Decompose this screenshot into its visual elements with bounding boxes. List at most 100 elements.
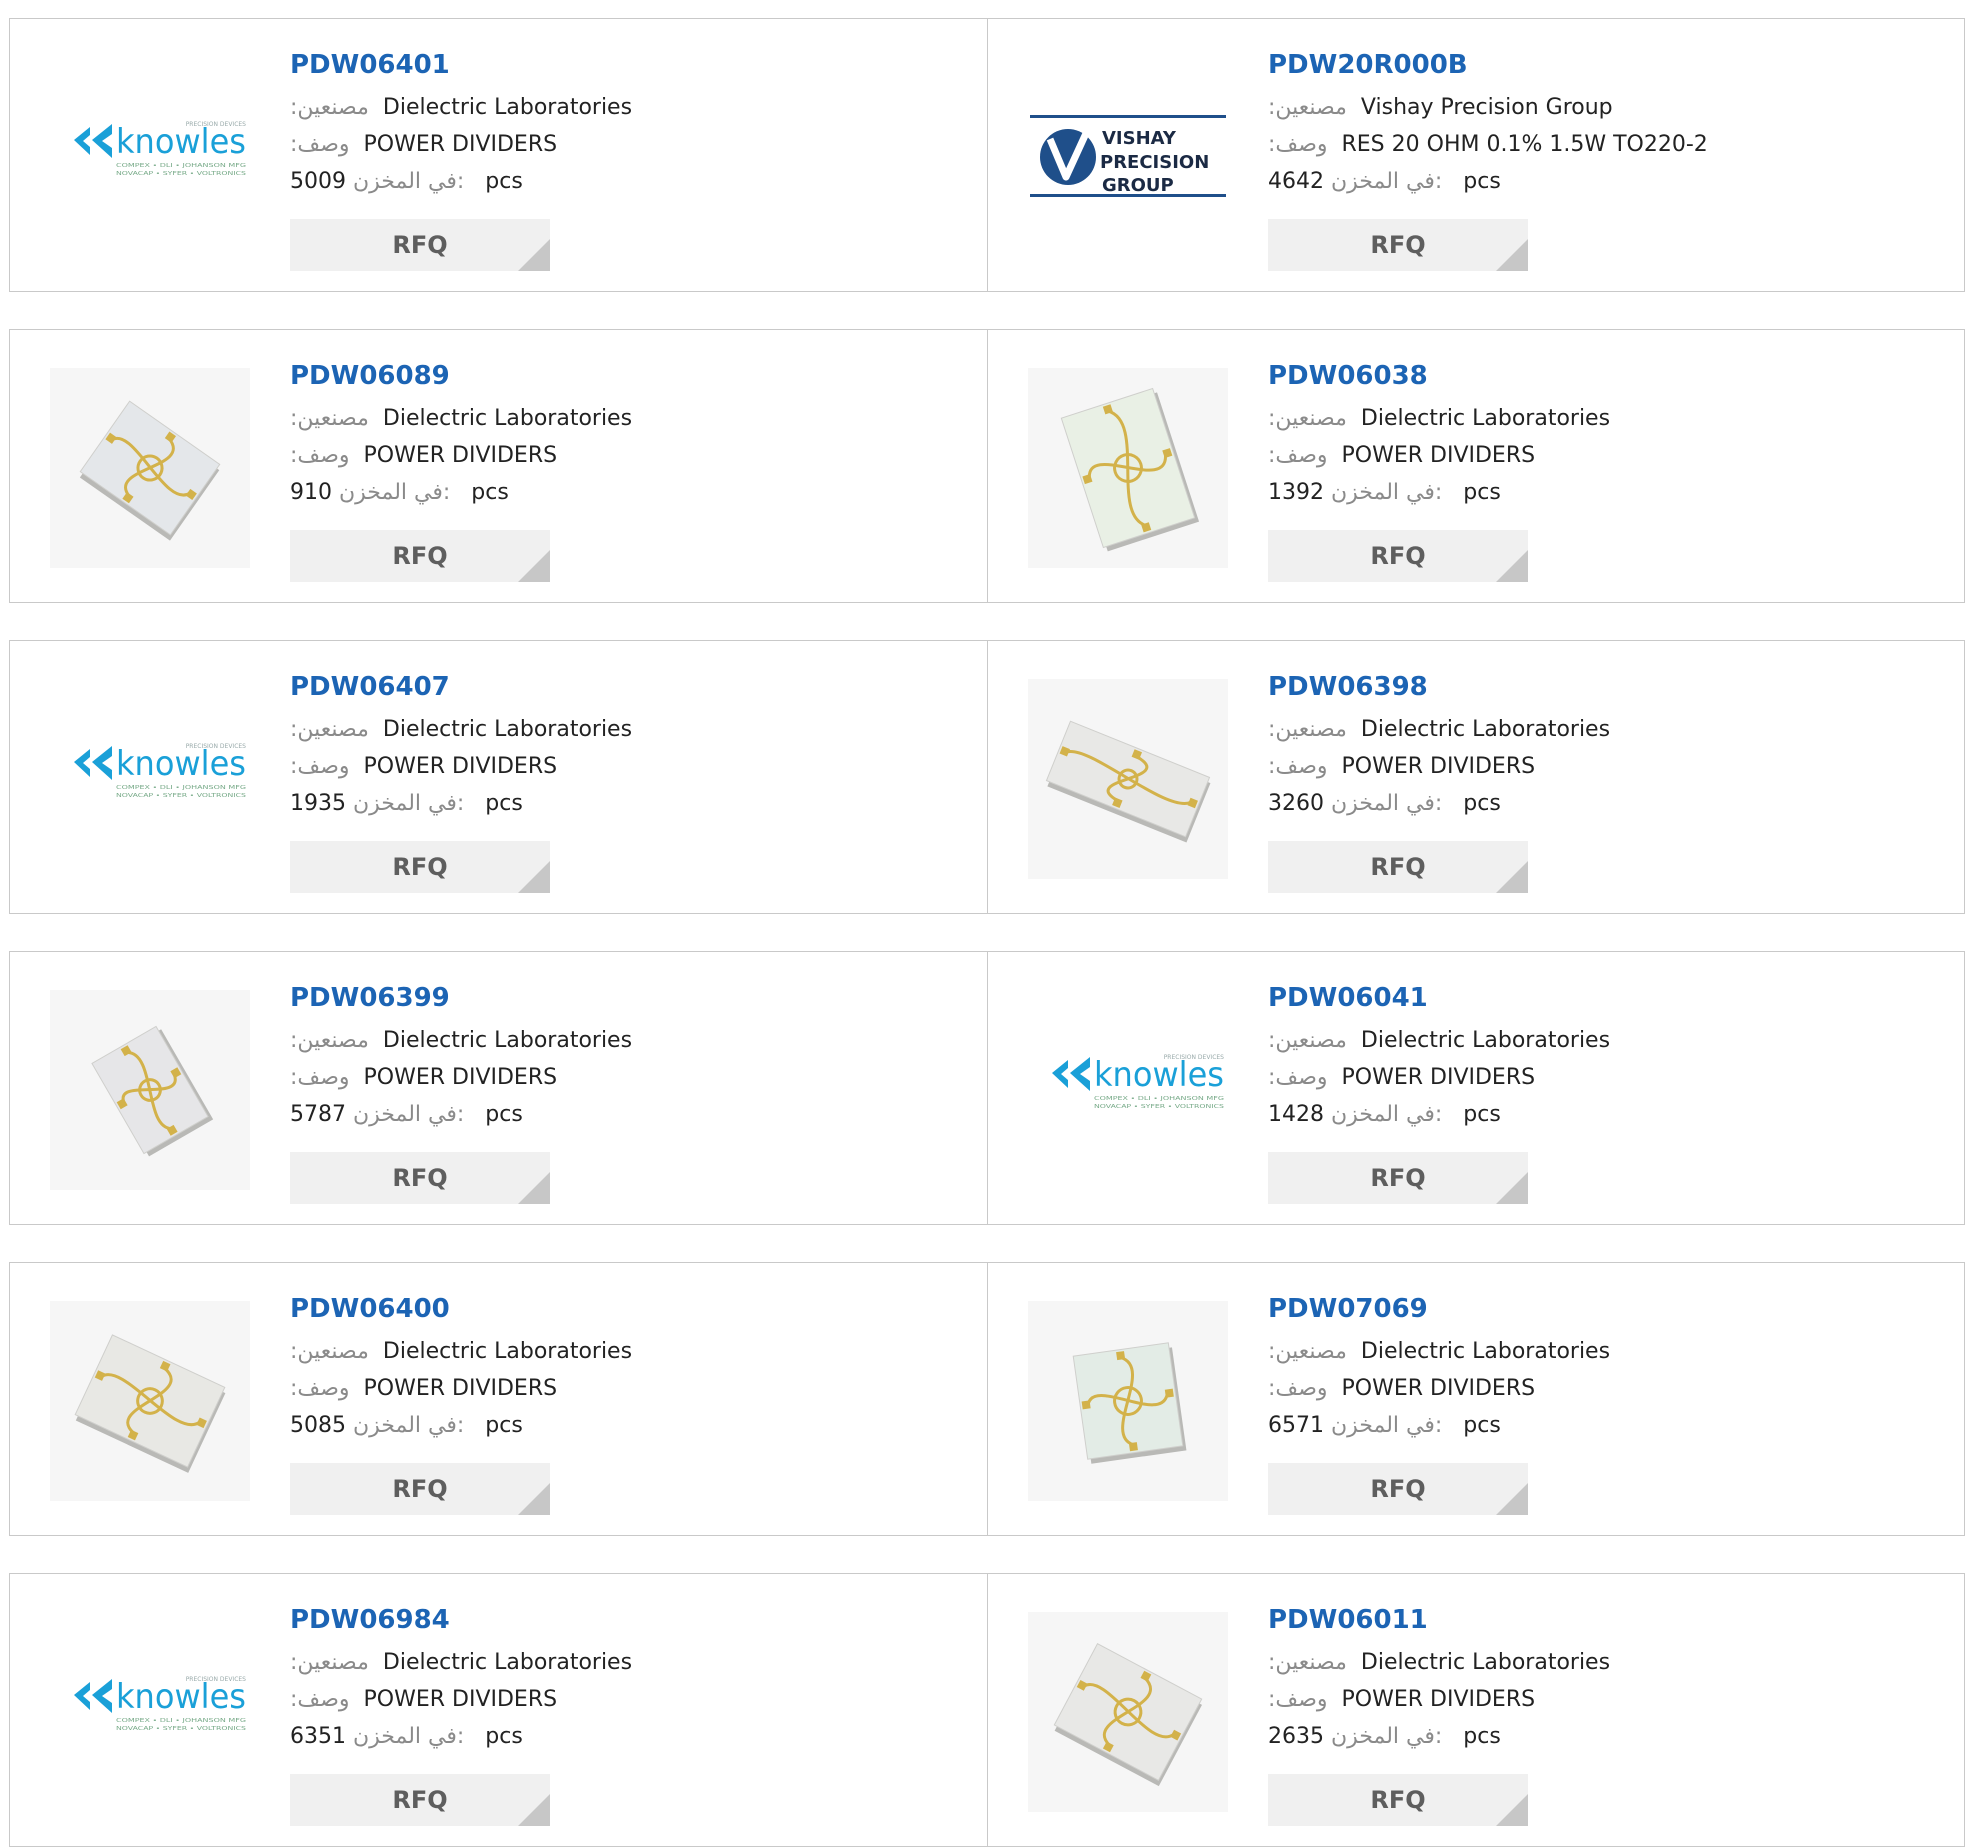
rfq-button[interactable]: RFQ (1268, 1152, 1528, 1204)
stock-value: 1935 (290, 791, 346, 816)
part-number-link[interactable]: PDW06011 (1268, 1604, 1928, 1644)
description-label: وصف: (290, 1065, 350, 1090)
rfq-button-label: RFQ (1370, 231, 1426, 259)
rfq-button[interactable]: RFQ (290, 1152, 550, 1204)
rfq-button[interactable]: RFQ (290, 219, 550, 271)
manufacturer-value: Dielectric Laboratories (1360, 1028, 1611, 1053)
product-image[interactable]: VISHAY PRECISION GROUP (1028, 57, 1228, 257)
part-number-link[interactable]: PDW06400 (290, 1293, 950, 1333)
stock-row: 6351 :في المخزن pcs (290, 1718, 950, 1755)
manufacturer-row: مصنعين: Dielectric Laboratories (290, 711, 950, 748)
description-label: وصف: (290, 1376, 350, 1401)
description-row: وصف: POWER DIVIDERS (290, 1370, 950, 1407)
stock-label: :في المخزن (353, 1102, 465, 1127)
product-image[interactable]: knowles PRECISION DEVICES COMPEX • DLI • J… (50, 679, 250, 879)
manufacturer-label: مصنعين: (290, 95, 369, 120)
stock-row: 5787 :في المخزن pcs (290, 1096, 950, 1133)
product-info: PDW06398 مصنعين: Dielectric Laboratories… (1268, 671, 1928, 822)
knowles-logo-icon: knowlesPRECISION DEVICES COMPEX • DLI • J… (74, 743, 246, 799)
rfq-button-label: RFQ (1370, 542, 1426, 570)
knowles-logo-icon: knowlesPRECISION DEVICES COMPEX • DLI • J… (74, 1676, 246, 1732)
rfq-button[interactable]: RFQ (1268, 841, 1528, 893)
product-image[interactable] (50, 368, 250, 568)
rfq-button[interactable]: RFQ (290, 1463, 550, 1515)
rfq-button[interactable]: RFQ (290, 841, 550, 893)
product-image[interactable] (1028, 1301, 1228, 1501)
chip-photo-icon (50, 368, 250, 568)
product-image[interactable]: knowles PRECISION DEVICES COMPEX • DLI • J… (50, 1612, 250, 1812)
stock-row: 1392 :في المخزن pcs (1268, 474, 1928, 511)
description-value: POWER DIVIDERS (363, 1376, 558, 1401)
rfq-button[interactable]: RFQ (1268, 530, 1528, 582)
stock-label: :في المخزن (1331, 1102, 1443, 1127)
part-number-link[interactable]: PDW06038 (1268, 360, 1928, 400)
rfq-button[interactable]: RFQ (290, 530, 550, 582)
product-info: PDW06399 مصنعين: Dielectric Laboratories… (290, 982, 950, 1133)
manufacturer-value: Dielectric Laboratories (1360, 717, 1611, 742)
product-info: PDW06011 مصنعين: Dielectric Laboratories… (1268, 1604, 1928, 1755)
product-image[interactable] (50, 1301, 250, 1501)
svg-text:knowles: knowles (116, 1677, 246, 1717)
stock-label: :في المخزن (339, 480, 451, 505)
product-card: knowles PRECISION DEVICES COMPEX • DLI • J… (10, 1574, 987, 1846)
product-info: PDW07069 مصنعين: Dielectric Laboratories… (1268, 1293, 1928, 1444)
part-number-link[interactable]: PDW06041 (1268, 982, 1928, 1022)
part-number-link[interactable]: PDW06407 (290, 671, 950, 711)
corner-fold-icon (1496, 550, 1528, 582)
part-number-link[interactable]: PDW06401 (290, 49, 950, 89)
part-number-link[interactable]: PDW06398 (1268, 671, 1928, 711)
product-card: knowles PRECISION DEVICES COMPEX • DLI • J… (10, 641, 987, 913)
description-label: وصف: (1268, 754, 1328, 779)
stock-row: 5085 :في المخزن pcs (290, 1407, 950, 1444)
rfq-button-label: RFQ (1370, 1475, 1426, 1503)
stock-row: 6571 :في المخزن pcs (1268, 1407, 1928, 1444)
manufacturer-label: مصنعين: (290, 717, 369, 742)
description-value: POWER DIVIDERS (1341, 443, 1536, 468)
product-image[interactable] (50, 990, 250, 1190)
rfq-button[interactable]: RFQ (1268, 1463, 1528, 1515)
rfq-button[interactable]: RFQ (1268, 1774, 1528, 1826)
product-info: PDW06984 مصنعين: Dielectric Laboratories… (290, 1604, 950, 1755)
stock-unit: pcs (485, 1413, 523, 1438)
stock-label: :في المخزن (1331, 169, 1443, 194)
product-image[interactable] (1028, 1612, 1228, 1812)
stock-unit: pcs (1463, 1413, 1501, 1438)
part-number-link[interactable]: PDW20R000B (1268, 49, 1928, 89)
stock-row: 1935 :في المخزن pcs (290, 785, 950, 822)
stock-label: :في المخزن (1331, 1413, 1443, 1438)
product-info: PDW20R000B مصنعين: Vishay Precision Grou… (1268, 49, 1928, 200)
manufacturer-value: Dielectric Laboratories (382, 1339, 633, 1364)
rfq-button[interactable]: RFQ (290, 1774, 550, 1826)
manufacturer-value: Dielectric Laboratories (1360, 1650, 1611, 1675)
svg-text:COMPEX • DLI • JOHANSON MFG: COMPEX • DLI • JOHANSON MFG (116, 785, 246, 791)
product-info: PDW06401 مصنعين: Dielectric Laboratories… (290, 49, 950, 200)
part-number-link[interactable]: PDW06984 (290, 1604, 950, 1644)
rfq-button[interactable]: RFQ (1268, 219, 1528, 271)
stock-label: :في المخزن (353, 1724, 465, 1749)
description-row: وصف: POWER DIVIDERS (1268, 1059, 1928, 1096)
corner-fold-icon (1496, 1483, 1528, 1515)
product-row: knowles PRECISION DEVICES COMPEX • DLI • J… (9, 1573, 1965, 1847)
manufacturer-row: مصنعين: Dielectric Laboratories (1268, 1333, 1928, 1370)
part-number-link[interactable]: PDW06089 (290, 360, 950, 400)
chip-photo-icon (50, 1301, 250, 1501)
manufacturer-label: مصنعين: (1268, 1339, 1347, 1364)
description-row: وصف: POWER DIVIDERS (1268, 1681, 1928, 1718)
description-label: وصف: (1268, 1065, 1328, 1090)
part-number-link[interactable]: PDW06399 (290, 982, 950, 1022)
description-row: وصف: POWER DIVIDERS (290, 126, 950, 163)
stock-row: 2635 :في المخزن pcs (1268, 1718, 1928, 1755)
part-number-link[interactable]: PDW07069 (1268, 1293, 1928, 1333)
rfq-button-label: RFQ (1370, 853, 1426, 881)
product-image[interactable]: knowles PRECISION DEVICES COMPEX • DLI • J… (1028, 990, 1228, 1190)
product-image[interactable] (1028, 368, 1228, 568)
product-image[interactable] (1028, 679, 1228, 879)
product-image[interactable]: knowles PRECISION DEVICES COMPEX • DLI • J… (50, 57, 250, 257)
stock-value: 3260 (1268, 791, 1324, 816)
stock-value: 5009 (290, 169, 346, 194)
description-label: وصف: (290, 754, 350, 779)
chip-photo-icon (1028, 679, 1228, 879)
product-row: knowles PRECISION DEVICES COMPEX • DLI • J… (9, 640, 1965, 914)
description-label: وصف: (1268, 1376, 1328, 1401)
description-label: وصف: (1268, 443, 1328, 468)
